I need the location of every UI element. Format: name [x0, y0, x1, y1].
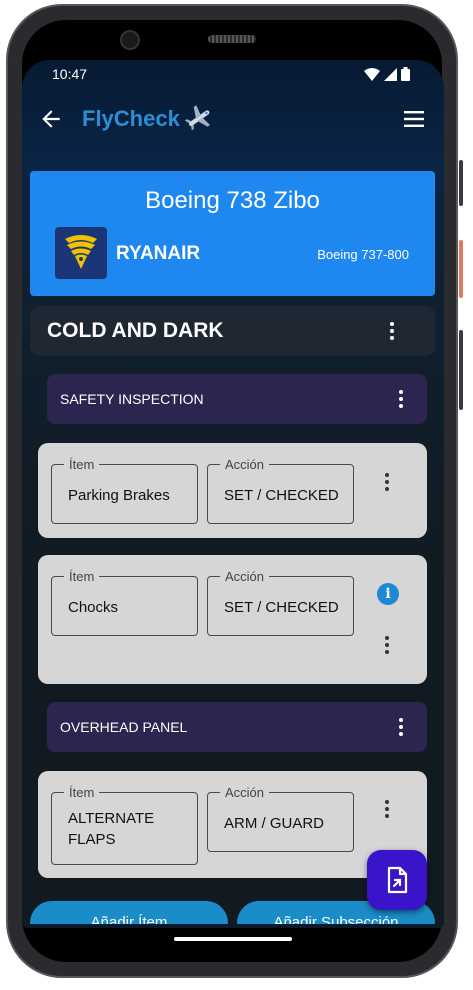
aircraft-model: Boeing 737-800 — [317, 247, 409, 262]
subsection-kebab-menu-icon[interactable] — [394, 716, 408, 738]
item-kebab-menu-icon[interactable] — [380, 471, 394, 493]
item-field-value: Chocks — [68, 599, 119, 616]
ryanair-logo — [55, 227, 107, 279]
export-fab-button[interactable] — [367, 850, 427, 910]
item-field[interactable]: Ítem Parking Brakes — [51, 457, 198, 524]
airplane-icon — [184, 105, 210, 131]
subsection-header[interactable]: OVERHEAD PANEL — [47, 702, 427, 752]
action-field-value: SET / CHECKED — [224, 487, 339, 504]
nav-bar-edge — [22, 924, 444, 928]
volume-button — [459, 160, 463, 206]
action-field[interactable]: Acción ARM / GUARD — [207, 785, 354, 852]
action-field-label: Acción — [220, 785, 270, 800]
item-field[interactable]: Ítem Chocks — [51, 569, 198, 636]
action-field-value: ARM / GUARD — [224, 815, 325, 832]
subsection-title: OVERHEAD PANEL — [60, 719, 188, 735]
checklist-item[interactable]: Ítem Parking Brakes Acción SET / CHECKED — [38, 443, 427, 538]
airline-name: RYANAIR — [116, 243, 201, 264]
home-indicator[interactable] — [174, 937, 292, 941]
app-screen: 10:47 FlyCheck Boeing 738 Zibo RYANAIR B… — [22, 60, 444, 928]
info-icon[interactable]: i — [377, 583, 399, 605]
action-field-label: Acción — [220, 457, 270, 472]
action-field-value: SET / CHECKED — [224, 599, 339, 616]
wifi-icon — [364, 67, 380, 81]
hamburger-menu-icon[interactable] — [402, 108, 426, 130]
app-title: FlyCheck — [82, 106, 180, 131]
section-title: COLD AND DARK — [47, 319, 224, 342]
item-field-value: ALTERNATE FLAPS — [68, 810, 155, 848]
action-field-label: Acción — [220, 569, 270, 584]
action-field[interactable]: Acción SET / CHECKED — [207, 569, 354, 636]
status-bar: 10:47 — [22, 60, 444, 90]
app-bar: FlyCheck — [22, 94, 444, 144]
item-field-value: Parking Brakes — [68, 487, 170, 504]
action-field[interactable]: Acción SET / CHECKED — [207, 457, 354, 524]
status-icons — [364, 67, 410, 81]
item-field[interactable]: Ítem ALTERNATE FLAPS — [51, 785, 198, 865]
section-header[interactable]: COLD AND DARK — [30, 306, 435, 356]
earpiece-speaker — [208, 35, 256, 43]
checklist-item[interactable]: Ítem Chocks Acción SET / CHECKED i — [38, 555, 427, 684]
item-field-label: Ítem — [64, 785, 100, 800]
document-export-icon — [387, 866, 408, 894]
aircraft-name: Boeing 738 Zibo — [145, 187, 320, 214]
item-kebab-menu-icon[interactable] — [380, 634, 394, 656]
section-kebab-menu-icon[interactable] — [385, 320, 399, 342]
item-kebab-menu-icon[interactable] — [380, 798, 394, 820]
signal-icon — [384, 67, 397, 81]
power-button — [459, 240, 463, 298]
item-field-label: Ítem — [64, 569, 100, 584]
battery-icon — [401, 67, 410, 81]
front-camera — [120, 30, 140, 50]
subsection-title: SAFETY INSPECTION — [60, 391, 204, 407]
status-time: 10:47 — [52, 66, 88, 82]
subsection-header[interactable]: SAFETY INSPECTION — [47, 374, 427, 424]
subsection-kebab-menu-icon[interactable] — [394, 388, 408, 410]
aircraft-card[interactable]: Boeing 738 Zibo RYANAIR Boeing 737-800 — [30, 171, 435, 296]
back-arrow-icon[interactable] — [38, 106, 64, 132]
side-button — [459, 330, 463, 410]
item-field-label: Ítem — [64, 457, 100, 472]
